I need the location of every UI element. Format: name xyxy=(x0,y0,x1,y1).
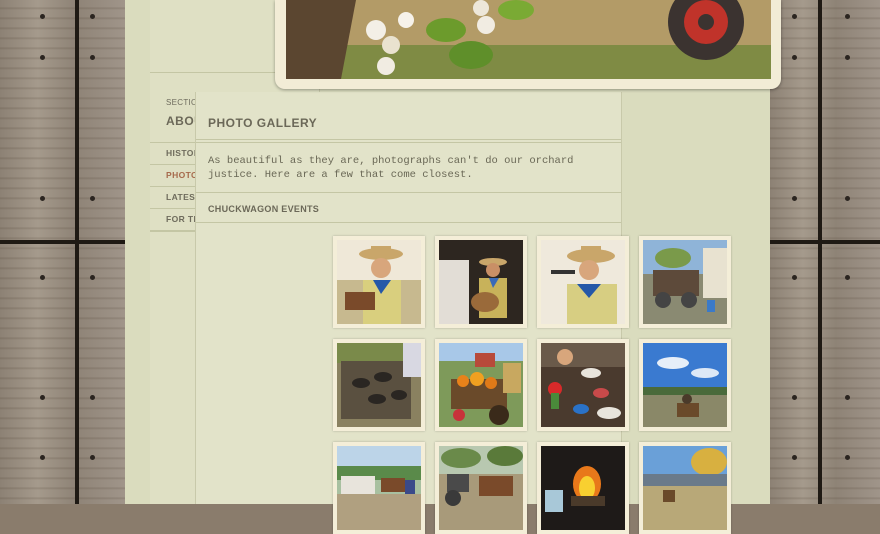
gallery-thumb[interactable] xyxy=(639,236,731,328)
divider xyxy=(196,139,621,140)
wood-background-left xyxy=(0,0,125,504)
gallery-thumb[interactable] xyxy=(435,442,527,534)
photo-campfire-night xyxy=(541,446,625,530)
photo-singer-cowboy-hat xyxy=(337,240,421,324)
photo-dutch-ovens-fire xyxy=(337,343,421,427)
photo-serving-table xyxy=(541,343,625,427)
intro-text: As beautiful as they are, photographs ca… xyxy=(208,155,574,181)
divider xyxy=(196,192,621,193)
gallery-thumb[interactable] xyxy=(333,236,425,328)
divider xyxy=(196,142,621,143)
gallery-thumb[interactable] xyxy=(333,339,425,431)
hero-photo xyxy=(286,0,771,79)
photo-horse-rider-blue-sky xyxy=(643,343,727,427)
gallery-title: CHUCKWAGON EVENTS xyxy=(208,204,320,214)
photo-autumn-trees-field xyxy=(643,446,727,530)
photo-chuckwagon-camp xyxy=(643,240,727,324)
gallery-thumb[interactable] xyxy=(639,442,731,534)
divider xyxy=(196,222,621,223)
gallery-thumb[interactable] xyxy=(435,236,527,328)
gallery-thumb[interactable] xyxy=(537,236,629,328)
page-title: PHOTO GALLERY xyxy=(208,116,318,130)
gallery-thumb[interactable] xyxy=(537,442,629,534)
photo-pumpkin-wagon xyxy=(439,343,523,427)
photo-singer-microphone xyxy=(541,240,625,324)
gallery-thumb[interactable] xyxy=(333,442,425,534)
gallery-thumb[interactable] xyxy=(435,339,527,431)
gallery-thumb[interactable] xyxy=(537,339,629,431)
hero-frame xyxy=(275,0,781,89)
photo-horse-drawn-wagon xyxy=(439,446,523,530)
wood-background-right xyxy=(770,0,880,504)
photo-guitarist-cowboy xyxy=(439,240,523,324)
gallery-thumb[interactable] xyxy=(639,339,731,431)
photo-horse-wagon-row xyxy=(337,446,421,530)
